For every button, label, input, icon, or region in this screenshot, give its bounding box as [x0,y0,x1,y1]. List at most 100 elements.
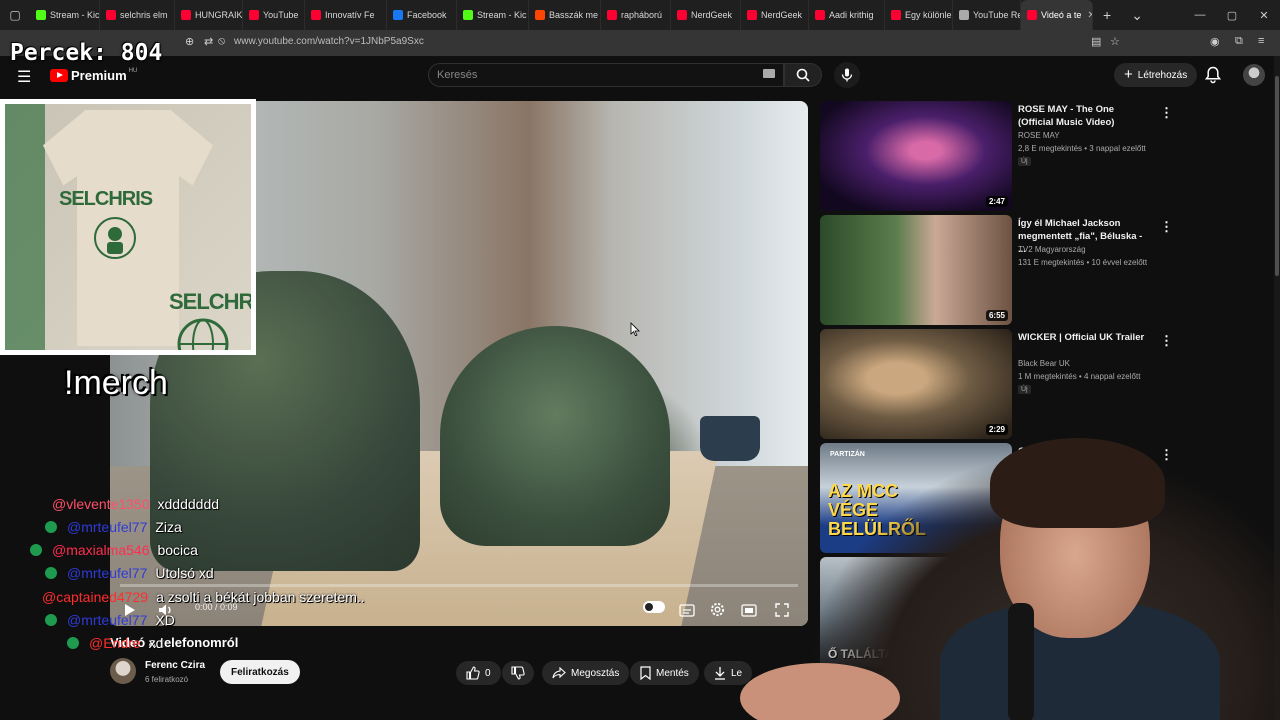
browser-tab[interactable]: Facebook [387,0,457,30]
voice-search-button[interactable] [834,62,860,88]
channel-avatar[interactable] [110,658,136,684]
site-info-icon[interactable]: ⊕ [185,35,194,48]
recommendation-meta: 1 M megtekintés • 4 nappal ezelőtt [1018,372,1141,381]
browser-tab[interactable]: Egy különle [885,0,953,30]
tab-favicon-icon [311,10,321,20]
chat-username: @mrteufel77 [67,565,148,581]
recommendation-title[interactable]: WICKER | Official UK Trailer [1018,331,1148,344]
youtube-premium-logo[interactable]: Premium HU [50,68,137,83]
browser-tab[interactable]: Basszák me [529,0,601,30]
browser-tab[interactable]: Stream - Kic [457,0,529,30]
browser-tab[interactable]: Stream - Kic [30,0,100,30]
channel-name[interactable]: Ferenc Czira [145,660,205,671]
browser-tab[interactable]: HUNGRAIK [175,0,243,30]
tab-favicon-icon [535,10,545,20]
subtitles-icon[interactable] [679,604,695,617]
recommendation-channel[interactable]: Black Bear UK [1018,359,1070,368]
tab-favicon-icon [36,10,46,20]
tab-actions-icon[interactable]: ▢ [0,0,30,30]
logo-word: Premium [71,68,127,83]
recommendation-item[interactable]: 2:47 ROSE MAY - The One (Official Music V… [820,101,1180,211]
plus-icon: + [1124,66,1133,83]
share-button[interactable]: Megosztás [542,661,630,685]
browser-tab[interactable]: YouTube Re [953,0,1021,30]
reader-view-icon[interactable]: ▤ [1091,35,1101,48]
recommendation-item[interactable]: 6:55 Így él Michael Jackson megmentett „f… [820,215,1180,325]
account-avatar[interactable] [1243,64,1265,86]
minimize-icon[interactable]: — [1184,0,1216,30]
chat-text: XD [155,612,175,628]
video-duration: 2:47 [985,196,1008,207]
restore-icon[interactable]: ▢ [1216,0,1248,30]
menu-icon[interactable]: ≡ [1258,35,1264,47]
browser-tab[interactable]: rapháború [601,0,671,30]
chat-badge-icon [45,567,57,579]
chat-text: xddddddd [157,496,220,512]
tab-label: Innovatív Fe [325,10,375,20]
recommendation-thumbnail[interactable]: 2:29 [820,329,1012,439]
chat-text: xd [148,635,164,651]
tab-label: Facebook [407,10,447,20]
recommendation-channel[interactable]: TV2 Magyarország [1018,245,1086,254]
bookmark-star-icon[interactable]: ☆ [1110,35,1120,48]
tab-label: Egy különle [905,10,952,20]
thumbs-down-icon [511,666,525,680]
browser-tab[interactable]: Innovatív Fe [305,0,387,30]
close-window-icon[interactable]: ✕ [1248,0,1280,30]
autoplay-toggle[interactable] [643,601,665,613]
chat-badge-icon [45,614,57,626]
like-button[interactable]: 0 [456,661,501,685]
merch-background-print [5,104,45,350]
recommendation-item[interactable]: 2:29 WICKER | Official UK Trailer Black Be… [820,329,1180,439]
chat-badge-icon [45,521,57,533]
more-options-icon[interactable]: ⋮ [1160,219,1173,235]
tab-label: Videó a te [1041,10,1082,20]
more-options-icon[interactable]: ⋮ [1160,333,1173,349]
chat-message: @vlevente1350 xddddddd [52,494,219,514]
browser-tab[interactable]: Videó a te✕ [1021,0,1093,30]
account-icon[interactable]: ◉ [1210,35,1220,48]
permissions-icon[interactable]: ⦸ [218,35,225,48]
thumbs-up-icon [466,666,480,680]
url-text[interactable]: www.youtube.com/watch?v=1JNbP5a9Sxc [234,36,424,47]
recommendation-title[interactable]: ROSE MAY - The One (Official Music Video… [1018,103,1148,129]
recommendation-thumbnail[interactable]: 6:55 [820,215,1012,325]
browser-tab[interactable]: Aadi krithig [809,0,885,30]
settings-gear-icon[interactable] [710,602,725,617]
save-button[interactable]: Mentés [630,661,699,685]
recommendation-channel[interactable]: ROSE MAY [1018,131,1060,140]
tab-label: selchris elm [120,10,168,20]
search-button[interactable] [784,63,822,87]
browser-tab[interactable]: NerdGeek [741,0,809,30]
create-button[interactable]: + Létrehozás [1114,63,1198,87]
chat-message: @maxialma546 bocica [30,540,198,560]
hamburger-menu-icon[interactable]: ☰ [17,67,31,87]
new-tab-icon[interactable]: + [1093,7,1121,23]
window-controls: — ▢ ✕ [1184,0,1280,30]
mascot-icon [94,217,136,259]
address-bar: ⊕ ⇄ ⦸ www.youtube.com/watch?v=1JNbP5a9Sx… [0,30,1280,56]
search-input[interactable] [429,64,729,86]
like-count: 0 [485,667,491,679]
tab-list-chevron-icon[interactable]: ⌄ [1121,7,1153,24]
chat-text: a zsolti a békát jobban szeretem.. [156,589,365,605]
webcam-microphone [1008,603,1034,720]
recommendation-thumbnail[interactable]: 2:47 [820,101,1012,211]
extensions-icon[interactable]: ⧉ [1235,35,1243,48]
subscribe-button[interactable]: Feliratkozás [220,660,300,684]
keyboard-icon[interactable] [763,69,775,78]
dislike-button[interactable] [502,661,534,685]
new-badge: Új [1018,385,1031,394]
scrollbar-thumb[interactable] [1275,76,1279,276]
browser-tab[interactable]: NerdGeek [671,0,741,30]
tab-favicon-icon [815,10,825,20]
tracking-icon[interactable]: ⇄ [204,35,213,48]
browser-tab[interactable]: YouTube [243,0,305,30]
create-label: Létrehozás [1137,69,1188,81]
chat-message: @mrteufel77 Utolsó xd [45,563,214,583]
browser-tab[interactable]: selchris elm [100,0,175,30]
notifications-bell-icon[interactable] [1205,66,1221,84]
tab-favicon-icon [677,10,687,20]
globe-icon [177,318,229,350]
more-options-icon[interactable]: ⋮ [1160,105,1173,121]
